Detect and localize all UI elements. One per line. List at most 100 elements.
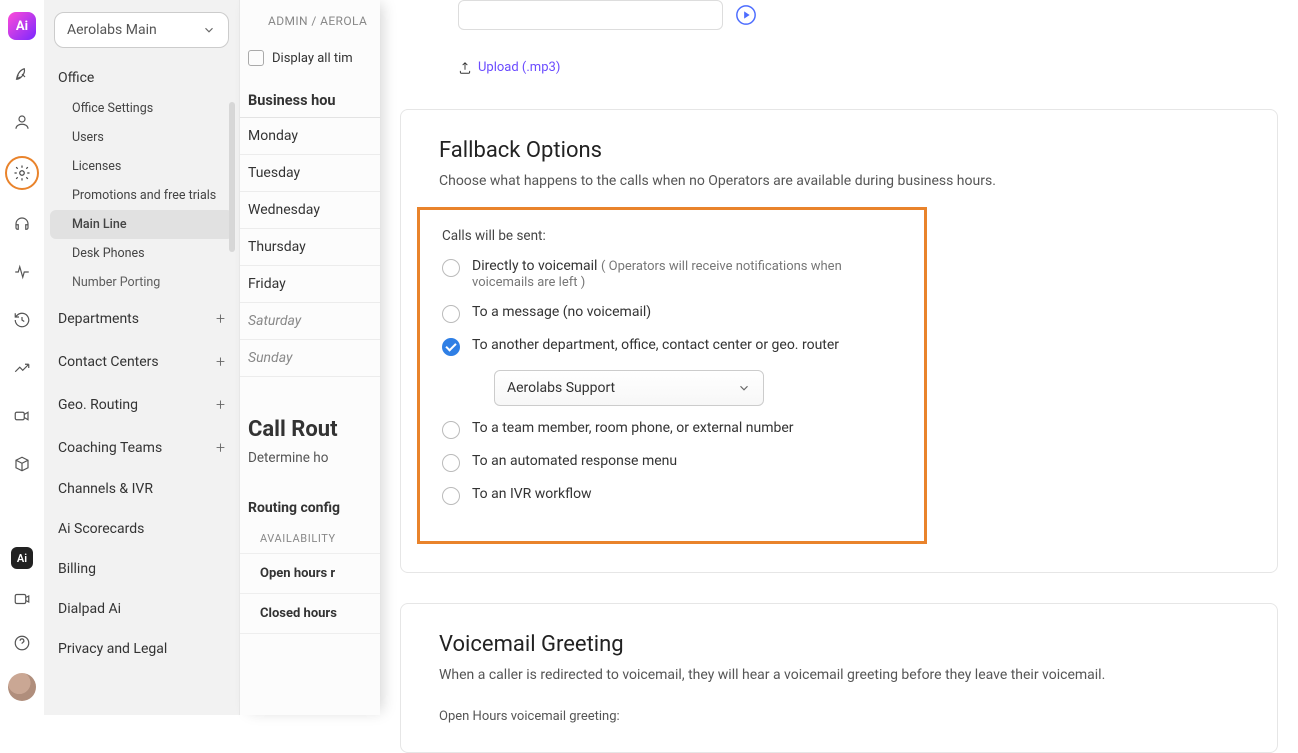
radio-icon[interactable]: [442, 487, 460, 505]
user-icon[interactable]: [8, 108, 36, 136]
app-logo[interactable]: Ai: [8, 12, 36, 40]
voicemail-subtitle: When a caller is redirected to voicemail…: [439, 667, 1239, 683]
voicemail-open-hours-label: Open Hours voicemail greeting:: [439, 709, 1239, 724]
breadcrumb: ADMIN / AEROLA: [240, 0, 380, 48]
sidebar-section-contact-centers[interactable]: Contact Centers +: [44, 340, 239, 383]
headset-icon[interactable]: [8, 210, 36, 238]
option-label: To a team member, room phone, or externa…: [472, 420, 794, 436]
upload-link[interactable]: Upload (.mp3): [400, 52, 1278, 75]
option-ivr-workflow[interactable]: To an IVR workflow: [442, 486, 902, 505]
fallback-card: Fallback Options Choose what happens to …: [400, 109, 1278, 573]
sidebar-scrollbar[interactable]: [229, 102, 235, 252]
voicemail-greeting-card: Voicemail Greeting When a caller is redi…: [400, 603, 1278, 753]
radio-icon-selected[interactable]: [442, 338, 460, 356]
day-thursday[interactable]: Thursday: [240, 229, 380, 266]
upload-icon: [458, 61, 472, 75]
ai-badge-icon[interactable]: Ai: [11, 547, 33, 569]
display-all-times-checkbox[interactable]: Display all tim: [240, 48, 380, 82]
hold-music-select[interactable]: [458, 0, 723, 30]
sidebar-section-label: Channels & IVR: [58, 481, 153, 497]
sidebar-item-promotions[interactable]: Promotions and free trials: [44, 181, 239, 210]
sidebar-section-ai-scorecards[interactable]: Ai Scorecards: [44, 509, 239, 549]
trend-icon[interactable]: [8, 354, 36, 382]
sidebar-section-label: Contact Centers: [58, 354, 159, 370]
day-wednesday[interactable]: Wednesday: [240, 192, 380, 229]
org-selector[interactable]: Aerolabs Main: [54, 12, 229, 48]
sidebar-section-label: Billing: [58, 561, 96, 577]
fallback-subtitle: Choose what happens to the calls when no…: [439, 173, 1239, 189]
checkbox-icon[interactable]: [248, 50, 264, 66]
sidebar-section-label: Dialpad Ai: [58, 601, 121, 617]
closed-hours-row[interactable]: Closed hours: [240, 594, 380, 634]
plus-icon[interactable]: +: [216, 438, 225, 457]
chevron-down-icon: [737, 381, 751, 395]
day-tuesday[interactable]: Tuesday: [240, 155, 380, 192]
display-all-label: Display all tim: [272, 51, 353, 66]
department-select[interactable]: Aerolabs Support: [494, 370, 764, 406]
open-hours-row[interactable]: Open hours r: [240, 554, 380, 594]
fallback-title: Fallback Options: [439, 138, 1239, 163]
sidebar: Aerolabs Main Office Office Settings Use…: [44, 0, 239, 715]
plus-icon[interactable]: +: [216, 352, 225, 371]
meeting-icon[interactable]: [8, 585, 36, 613]
option-team-member[interactable]: To a team member, room phone, or externa…: [442, 420, 902, 439]
option-voicemail[interactable]: Directly to voicemail ( Operators will r…: [442, 258, 902, 290]
option-label: To an automated response menu: [472, 453, 677, 469]
day-monday[interactable]: Monday: [240, 118, 380, 155]
sidebar-item-desk-phones[interactable]: Desk Phones: [44, 239, 239, 268]
option-message[interactable]: To a message (no voicemail): [442, 304, 902, 323]
sidebar-item-main-line[interactable]: Main Line: [50, 210, 233, 239]
business-hours-heading: Business hou: [240, 82, 380, 118]
routing-config-heading: Routing config: [240, 470, 380, 522]
day-sunday[interactable]: Sunday: [240, 340, 380, 377]
sidebar-section-billing[interactable]: Billing: [44, 549, 239, 589]
sidebar-section-dialpad-ai[interactable]: Dialpad Ai: [44, 589, 239, 629]
calls-will-be-sent-label: Calls will be sent:: [442, 228, 902, 244]
radio-icon[interactable]: [442, 259, 460, 277]
sidebar-section-departments[interactable]: Departments +: [44, 297, 239, 340]
sidebar-item-office-settings[interactable]: Office Settings: [44, 94, 239, 123]
call-routing-sub: Determine ho: [240, 446, 380, 470]
option-label: To a message (no voicemail): [472, 304, 651, 320]
option-label: To another department, office, contact c…: [472, 337, 839, 353]
sidebar-section-geo-routing[interactable]: Geo. Routing +: [44, 383, 239, 426]
day-saturday[interactable]: Saturday: [240, 303, 380, 340]
plus-icon[interactable]: +: [216, 395, 225, 414]
day-friday[interactable]: Friday: [240, 266, 380, 303]
voicemail-title: Voicemail Greeting: [439, 632, 1239, 657]
history-icon[interactable]: [8, 306, 36, 334]
sidebar-section-privacy-legal[interactable]: Privacy and Legal: [44, 629, 239, 669]
chevron-down-icon: [202, 23, 216, 37]
video-icon[interactable]: [8, 402, 36, 430]
option-another-dept[interactable]: To another department, office, contact c…: [442, 337, 902, 356]
sidebar-item-number-porting[interactable]: Number Porting: [44, 268, 239, 297]
sidebar-section-label: Coaching Teams: [58, 440, 162, 456]
settings-icon[interactable]: [5, 156, 39, 190]
help-icon[interactable]: [8, 629, 36, 657]
sidebar-section-office[interactable]: Office: [44, 60, 239, 94]
settings-column: ADMIN / AEROLA Display all tim Business …: [239, 0, 380, 715]
org-name: Aerolabs Main: [67, 22, 157, 38]
radio-icon[interactable]: [442, 421, 460, 439]
sidebar-section-channels-ivr[interactable]: Channels & IVR: [44, 469, 239, 509]
sidebar-item-users[interactable]: Users: [44, 123, 239, 152]
call-routing-heading: Call Rout: [240, 377, 380, 446]
sidebar-item-licenses[interactable]: Licenses: [44, 152, 239, 181]
upload-label: Upload (.mp3): [478, 60, 560, 75]
sidebar-section-label: Departments: [58, 311, 139, 327]
option-label: To an IVR workflow: [472, 486, 592, 502]
rocket-icon[interactable]: [8, 60, 36, 88]
play-icon[interactable]: [735, 4, 757, 26]
radio-icon[interactable]: [442, 454, 460, 472]
availability-label: AVAILABILITY: [240, 522, 380, 554]
sidebar-section-label: Geo. Routing: [58, 397, 138, 413]
activity-icon[interactable]: [8, 258, 36, 286]
plus-icon[interactable]: +: [216, 309, 225, 328]
box-icon[interactable]: [8, 450, 36, 478]
avatar[interactable]: [8, 673, 36, 701]
radio-icon[interactable]: [442, 305, 460, 323]
sidebar-section-label: Ai Scorecards: [58, 521, 144, 537]
option-auto-response[interactable]: To an automated response menu: [442, 453, 902, 472]
sidebar-section-coaching-teams[interactable]: Coaching Teams +: [44, 426, 239, 469]
option-label: Directly to voicemail: [472, 258, 597, 274]
